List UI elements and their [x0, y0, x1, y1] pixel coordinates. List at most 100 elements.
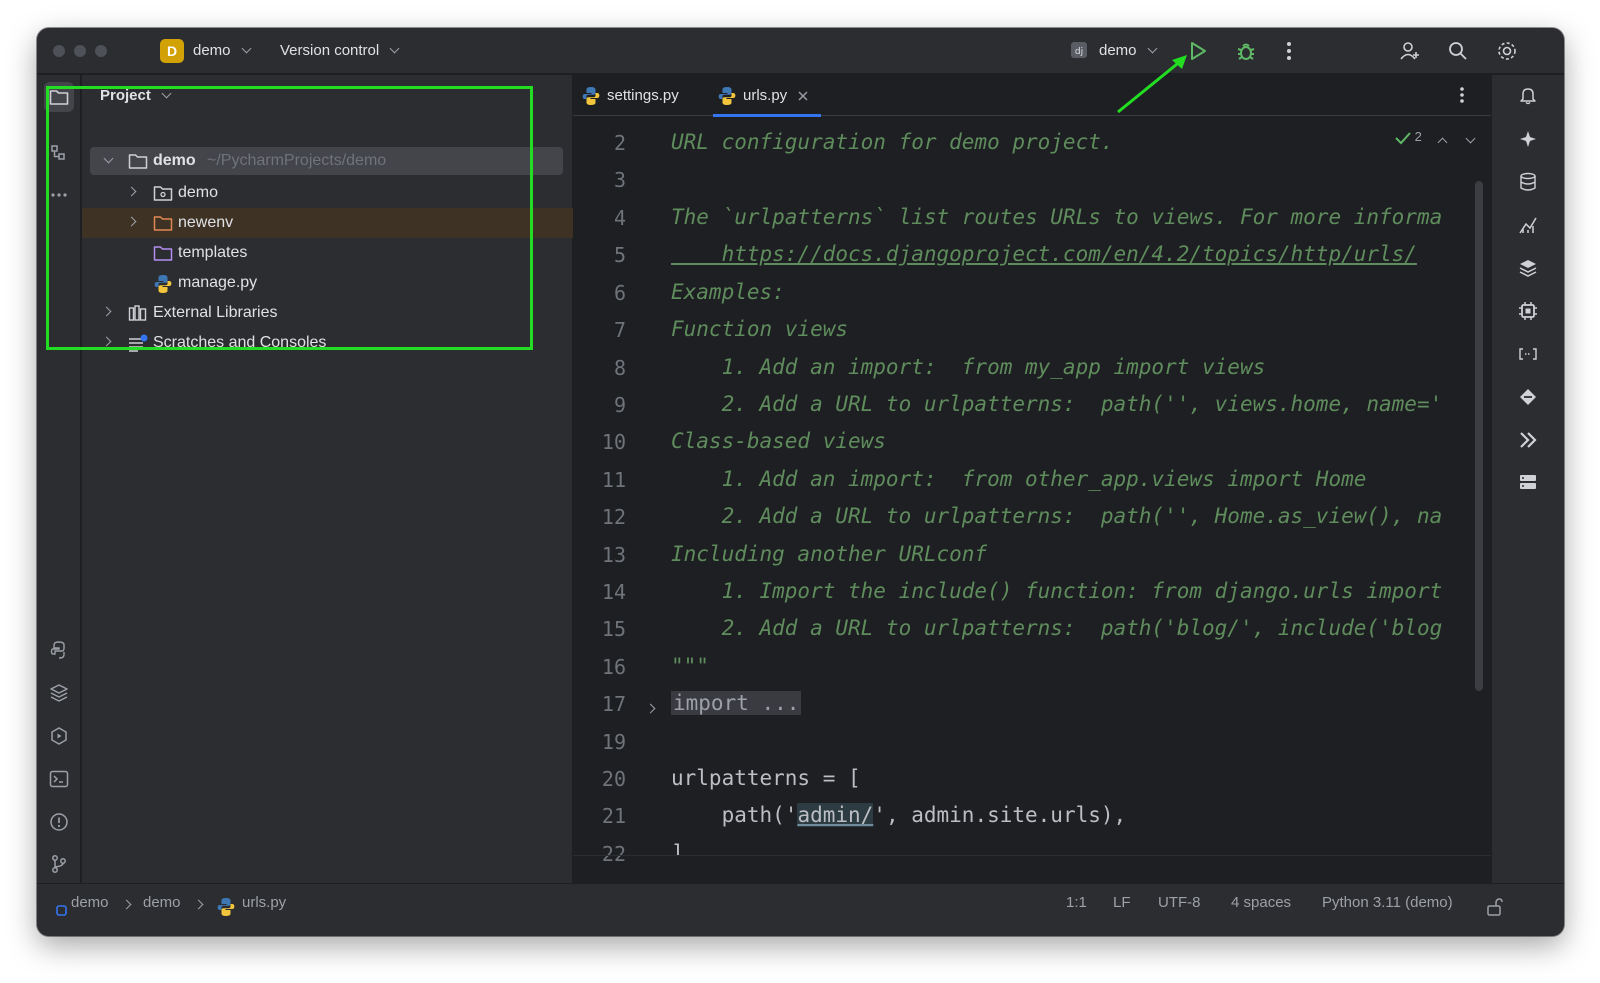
tree-item-label: Scratches and Consoles	[153, 334, 327, 351]
line-number: 17	[601, 692, 626, 716]
add-user-icon	[1400, 42, 1419, 60]
diff-button[interactable]	[1512, 381, 1544, 413]
code-line: Examples:	[671, 280, 785, 304]
templates-folder-icon	[153, 244, 173, 267]
line-number: 14	[601, 580, 626, 604]
endpoints-button[interactable]	[1512, 338, 1544, 370]
tab-urls-py[interactable]: urls.py	[713, 75, 821, 117]
codewithme-button[interactable]	[1512, 424, 1544, 456]
database-button[interactable]	[1512, 166, 1544, 198]
project-switcher[interactable]: demo	[193, 42, 252, 59]
project-tool-button[interactable]	[44, 82, 74, 112]
chevron-right-icon	[193, 899, 204, 910]
code-line: 2. Add a URL to urlpatterns: path('', Ho…	[671, 504, 1443, 528]
terminal-tool-button[interactable]	[44, 764, 74, 794]
indent-setting[interactable]: 4 spaces	[1231, 894, 1291, 911]
breadcrumb-project[interactable]: demo	[71, 894, 109, 911]
folder-icon	[49, 90, 69, 105]
caret-position[interactable]: 1:1	[1066, 894, 1087, 911]
services-panel-button[interactable]	[1512, 466, 1544, 498]
line-number: 4	[613, 206, 626, 230]
tree-item-label: templates	[178, 244, 248, 261]
lock-icon[interactable]	[1486, 897, 1504, 921]
project-panel-title[interactable]: Project	[100, 87, 172, 104]
tree-item-label: demo	[178, 184, 219, 201]
chevron-right-icon[interactable]	[101, 306, 112, 317]
chevron-down-icon[interactable]	[103, 153, 114, 164]
more-actions-button[interactable]	[1285, 40, 1293, 67]
structure-tool-button[interactable]	[44, 138, 74, 168]
settings-button[interactable]	[1496, 40, 1518, 67]
search-button[interactable]	[1448, 41, 1468, 66]
debug-button[interactable]	[1234, 39, 1258, 68]
tree-item-external-libraries[interactable]: External Libraries	[90, 298, 563, 328]
editor-tab-options-button[interactable]	[1458, 85, 1466, 110]
tree-item-templates[interactable]: templates	[90, 238, 563, 268]
breadcrumb-file[interactable]: urls.py	[242, 894, 286, 911]
line-separator[interactable]: LF	[1113, 894, 1131, 911]
tree-item-demo-root[interactable]: demo ~/PycharmProjects/demo	[90, 147, 563, 175]
line-number: 19	[601, 730, 626, 754]
plugin-button[interactable]	[1512, 295, 1544, 327]
project-badge[interactable]: D	[160, 39, 184, 63]
code-line: 1. Import the include() function: from d…	[671, 579, 1443, 603]
tab-settings-py[interactable]: settings.py	[581, 75, 699, 116]
tree-item-newenv[interactable]: newenv	[82, 208, 573, 238]
module-icon	[56, 903, 67, 920]
status-bar: demo demo urls.py 1:1 LF UTF-8 4 spaces …	[37, 883, 1564, 936]
editor-bottom-divider	[573, 855, 1491, 856]
terminal-icon	[49, 770, 69, 788]
layers-tool-button[interactable]	[44, 678, 74, 708]
left-tool-strip	[37, 75, 81, 883]
fold-expand-button[interactable]	[645, 699, 656, 717]
database-icon	[1520, 172, 1536, 191]
code-line: """	[671, 654, 709, 678]
git-tool-button[interactable]	[44, 849, 74, 879]
chevron-right-icon	[645, 703, 656, 714]
tab-label: urls.py	[743, 87, 788, 104]
more-tools-button[interactable]	[44, 180, 74, 210]
code-line: path('admin/', admin.site.urls),	[671, 803, 1127, 827]
scratches-icon	[128, 334, 150, 357]
structure-icon	[51, 145, 65, 160]
project-name: demo	[193, 42, 231, 59]
chevron-right-icon[interactable]	[126, 186, 137, 197]
folder-icon	[128, 152, 148, 175]
docs-link[interactable]: https://docs.djangoproject.com/en/4.2/to…	[671, 242, 1417, 266]
vcs-menu[interactable]: Version control	[280, 42, 400, 59]
add-user-button[interactable]	[1399, 40, 1421, 67]
close-tab-button[interactable]	[797, 89, 809, 106]
line-number: 21	[601, 804, 626, 828]
line-number: 10	[601, 430, 626, 454]
code-editor[interactable]: URL configuration for demo project. The …	[671, 116, 1489, 856]
python-interpreter[interactable]: Python 3.11 (demo)	[1322, 894, 1453, 911]
tree-item-label: manage.py	[178, 274, 258, 291]
code-line: ]	[671, 841, 684, 856]
python-console-icon	[50, 641, 65, 659]
bell-icon	[1520, 88, 1536, 105]
services-icon	[51, 727, 67, 745]
layers-button[interactable]	[1512, 252, 1544, 284]
python-packages-button[interactable]	[44, 635, 74, 665]
minimize-window-button[interactable]	[74, 45, 86, 57]
line-number: 6	[613, 281, 626, 305]
folded-imports[interactable]: import ...	[671, 691, 802, 715]
editor-scrollbar[interactable]	[1475, 181, 1483, 691]
chevron-right-icon[interactable]	[101, 336, 112, 347]
tree-item-scratches[interactable]: Scratches and Consoles	[90, 328, 563, 358]
zoom-window-button[interactable]	[95, 45, 107, 57]
problems-tool-button[interactable]	[44, 807, 74, 837]
notifications-button[interactable]	[1512, 79, 1544, 111]
chevron-right-icon[interactable]	[126, 216, 137, 227]
breadcrumb-package[interactable]: demo	[143, 894, 181, 911]
annotation-arrow-icon	[1117, 55, 1187, 114]
file-encoding[interactable]: UTF-8	[1158, 894, 1201, 911]
sciview-button[interactable]	[1512, 209, 1544, 241]
services-tool-button[interactable]	[44, 721, 74, 751]
code-line: import ...	[671, 691, 802, 715]
tree-item-demo-package[interactable]: demo	[90, 178, 563, 208]
ai-assistant-button[interactable]	[1512, 123, 1544, 155]
tree-item-manage-py[interactable]: manage.py	[90, 268, 563, 298]
chart-icon	[1519, 217, 1537, 234]
close-window-button[interactable]	[53, 45, 65, 57]
